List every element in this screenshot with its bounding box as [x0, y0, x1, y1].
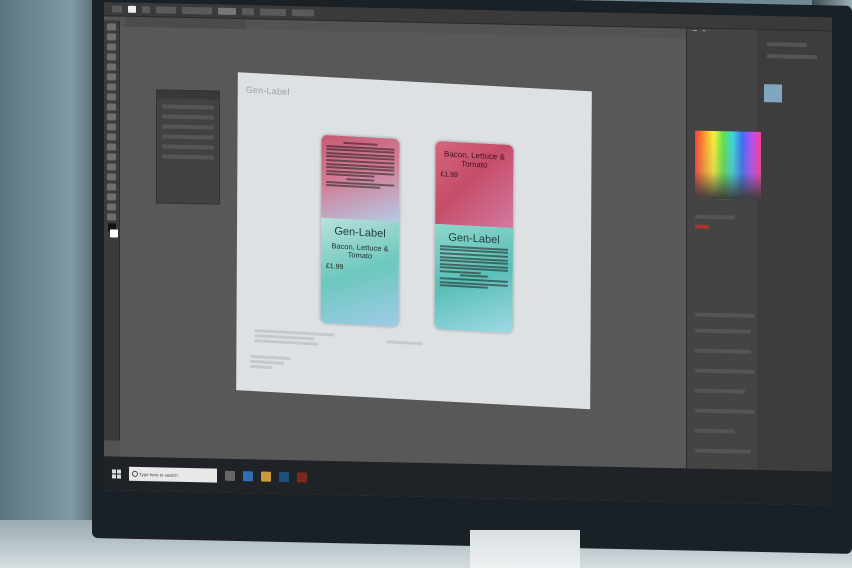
- shape-width-field[interactable]: [182, 6, 212, 15]
- brand-name: Gen-Label: [448, 231, 500, 247]
- floating-panel: [156, 89, 220, 205]
- color-picker-spectrum[interactable]: [695, 130, 761, 201]
- price: £1.99: [440, 171, 458, 180]
- illustrator-icon[interactable]: [297, 472, 307, 483]
- ingredients-text: [326, 141, 395, 190]
- photoshop-icon[interactable]: [279, 471, 289, 483]
- tool-preset-button[interactable]: [112, 5, 122, 13]
- crop-tool-icon[interactable]: [107, 63, 116, 71]
- path-ops-button[interactable]: [242, 8, 254, 16]
- brand-name: Gen-Label: [334, 225, 386, 240]
- stroke-swatch[interactable]: [142, 6, 150, 14]
- label-bottom-section: Gen-Label Bacon, Lettuce & Tomato £1.99: [320, 217, 400, 327]
- quick-select-tool-icon[interactable]: [107, 53, 116, 61]
- floating-panel-title: [157, 90, 219, 100]
- label-design-right[interactable]: Bacon, Lettuce & Tomato £1.99 Gen-Label: [434, 140, 514, 334]
- screen: Gen-Label Gen-Label Bacon, Lettuce & Tom…: [104, 2, 832, 506]
- monitor: Gen-Label Gen-Label Bacon, Lettuce & Tom…: [92, 0, 852, 554]
- eyedropper-tool-icon[interactable]: [107, 73, 116, 81]
- hand-tool-icon[interactable]: [107, 203, 116, 211]
- fill-swatch[interactable]: [128, 5, 136, 13]
- align-edges-checkbox[interactable]: [292, 9, 314, 17]
- taskbar-search[interactable]: Type here to search: [129, 466, 217, 483]
- path-select-tool-icon[interactable]: [107, 183, 116, 191]
- marquee-tool-icon[interactable]: [107, 33, 116, 41]
- label-top-section: [321, 134, 400, 222]
- product-name: Bacon, Lettuce & Tomato: [443, 149, 505, 170]
- tab-history[interactable]: ▪▪▪: [693, 29, 697, 33]
- lasso-tool-icon[interactable]: [107, 43, 116, 51]
- right-panels: ▪▪▪ ▪▪: [686, 28, 832, 474]
- swatch[interactable]: [695, 224, 709, 229]
- floating-panel-row[interactable]: [162, 134, 214, 140]
- artboard[interactable]: Gen-Label Gen-Label Bacon, Lettuce & Tom…: [236, 72, 592, 410]
- tools-panel: [104, 20, 120, 441]
- artboard-notes: [386, 338, 423, 347]
- properties-row[interactable]: [767, 54, 817, 60]
- opacity-field[interactable]: [260, 8, 286, 17]
- gradient-tool-icon[interactable]: [107, 133, 116, 141]
- artboard-notes: [250, 353, 291, 372]
- product-name: Bacon, Lettuce & Tomato: [331, 240, 389, 261]
- swatches-row[interactable]: [695, 214, 735, 220]
- artboard-logo: Gen-Label: [245, 84, 290, 98]
- floating-panel-row[interactable]: [162, 154, 214, 160]
- label-bottom-section: Gen-Label: [434, 223, 514, 334]
- price: £1.99: [325, 262, 344, 271]
- price-row: £1.99: [326, 263, 394, 274]
- floating-panel-row[interactable]: [162, 124, 214, 130]
- floating-panel-row[interactable]: [162, 144, 214, 150]
- panel-column-left: [687, 28, 757, 470]
- pen-tool-icon[interactable]: [107, 163, 116, 171]
- label-design-left[interactable]: Gen-Label Bacon, Lettuce & Tomato £1.99: [320, 134, 400, 327]
- label-top-section: Bacon, Lettuce & Tomato £1.99: [435, 140, 514, 228]
- align-button[interactable]: [218, 7, 236, 16]
- history-brush-tool-icon[interactable]: [107, 113, 116, 121]
- floating-panel-row[interactable]: [162, 114, 214, 120]
- file-explorer-icon[interactable]: [261, 471, 271, 482]
- canvas-area[interactable]: Gen-Label Gen-Label Bacon, Lettuce & Tom…: [120, 26, 686, 469]
- dodge-tool-icon[interactable]: [107, 153, 116, 161]
- price-row: £1.99: [440, 171, 508, 182]
- blur-tool-icon[interactable]: [107, 143, 116, 151]
- edge-icon[interactable]: [243, 471, 253, 482]
- ingredients-text: [439, 244, 508, 290]
- stroke-width-field[interactable]: [156, 6, 176, 14]
- task-view-icon[interactable]: [225, 470, 235, 481]
- eraser-tool-icon[interactable]: [107, 123, 116, 131]
- tab-info[interactable]: ▪▪: [703, 29, 706, 33]
- healing-tool-icon[interactable]: [107, 83, 116, 91]
- background-color-swatch[interactable]: [110, 229, 118, 238]
- color-swatch[interactable]: [764, 84, 782, 103]
- move-tool-icon[interactable]: [107, 23, 116, 31]
- character-row[interactable]: [695, 428, 735, 434]
- properties-row[interactable]: [767, 42, 807, 47]
- panel-tabs: ▪▪▪ ▪▪: [693, 29, 705, 33]
- windows-logo-icon[interactable]: [112, 468, 121, 479]
- clone-tool-icon[interactable]: [107, 103, 116, 111]
- monitor-stand: [470, 530, 580, 568]
- shape-tool-icon[interactable]: [107, 193, 116, 201]
- zoom-tool-icon[interactable]: [107, 213, 116, 221]
- brush-tool-icon[interactable]: [107, 93, 116, 101]
- type-tool-icon[interactable]: [107, 173, 116, 181]
- artboard-notes: [254, 327, 335, 348]
- floating-panel-row[interactable]: [162, 104, 214, 110]
